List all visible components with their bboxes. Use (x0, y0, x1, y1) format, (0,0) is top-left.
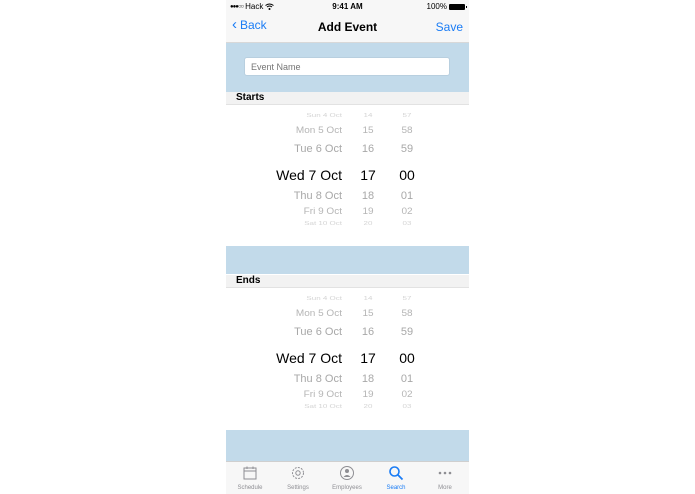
picker-date: Thu 8 Oct (293, 373, 342, 385)
battery-icon (449, 3, 467, 10)
picker-hour: 20 (363, 403, 373, 410)
picker-minute: 01 (400, 190, 414, 202)
picker-hour: 15 (362, 309, 374, 319)
calendar-icon (226, 465, 274, 485)
ends-section-header: Ends (226, 275, 469, 288)
picker-date: Mon 5 Oct (295, 309, 342, 319)
event-name-input[interactable] (244, 57, 450, 76)
picker-date: Fri 9 Oct (303, 390, 342, 400)
picker-date: Tue 6 Oct (294, 143, 342, 155)
end-date-picker[interactable]: Sun 4 Oct 14 57 Mon 5 Oct 15 58 Tue 6 Oct 16 59 W… (226, 295, 469, 421)
tab-search[interactable]: Search (372, 465, 420, 491)
picker-date: Sun 4 Oct (306, 295, 342, 302)
gear-icon (274, 465, 322, 485)
picker-date: Mon 5 Oct (295, 126, 342, 136)
navigation-bar: ‹ Back Add Event Save (226, 12, 469, 43)
picker-date: Wed 7 Oct (276, 350, 342, 366)
starts-section-header: Starts (226, 92, 469, 105)
picker-date: Sat 10 Oct (304, 403, 342, 410)
save-button[interactable]: Save (436, 20, 463, 34)
picker-minute: 59 (400, 143, 414, 155)
spacer-band (226, 246, 469, 274)
tab-label: Schedule (237, 485, 263, 491)
picker-hour: 16 (361, 326, 375, 338)
picker-hour: 17 (360, 167, 376, 183)
picker-hour: 18 (361, 190, 375, 202)
picker-hour: 19 (362, 207, 374, 217)
picker-minute: 00 (399, 350, 415, 366)
picker-date: Thu 8 Oct (293, 190, 342, 202)
more-icon (421, 465, 469, 485)
ends-label: Ends (236, 275, 261, 286)
picker-hour: 16 (361, 143, 375, 155)
picker-hour: 20 (363, 220, 373, 227)
picker-minute: 03 (402, 220, 412, 227)
picker-hour: 18 (361, 373, 375, 385)
picker-minute: 02 (401, 390, 413, 400)
picker-minute: 58 (401, 126, 413, 136)
picker-hour: 19 (362, 390, 374, 400)
picker-minute: 00 (399, 167, 415, 183)
picker-minute: 57 (402, 112, 412, 119)
phone-screen: ●●●○○ Hack 9:41 AM 100% ‹ Back Add Event… (226, 0, 469, 494)
page-title: Add Event (317, 20, 378, 34)
battery-percent: 100% (426, 2, 447, 11)
start-date-picker[interactable]: Sun 4 Oct 14 57 Mon 5 Oct 15 58 Tue 6 Oct 16 59 W… (226, 112, 469, 238)
picker-minute: 59 (400, 326, 414, 338)
picker-date: Sun 4 Oct (306, 112, 342, 119)
picker-minute: 02 (401, 207, 413, 217)
tab-label: Settings (287, 485, 309, 491)
person-icon (323, 465, 371, 485)
status-bar: ●●●○○ Hack 9:41 AM 100% (226, 0, 469, 12)
tab-label: More (438, 485, 452, 491)
starts-label: Starts (236, 92, 265, 103)
tab-settings[interactable]: Settings (274, 465, 322, 491)
picker-hour: 15 (362, 126, 374, 136)
picker-date: Wed 7 Oct (276, 167, 342, 183)
picker-hour: 17 (360, 350, 376, 366)
tab-label: Search (386, 485, 406, 491)
tab-label: Employees (332, 485, 362, 491)
tab-more[interactable]: More (421, 465, 469, 491)
picker-minute: 57 (402, 295, 412, 302)
picker-date: Fri 9 Oct (303, 207, 342, 217)
bottom-band (226, 430, 469, 461)
tab-schedule[interactable]: Schedule (226, 465, 274, 491)
tab-bar: Schedule Settings Employees Search More (226, 461, 469, 494)
picker-minute: 01 (400, 373, 414, 385)
search-icon (372, 465, 420, 485)
picker-minute: 58 (401, 309, 413, 319)
picker-minute: 03 (402, 403, 412, 410)
picker-date: Sat 10 Oct (304, 220, 342, 227)
picker-hour: 14 (363, 112, 373, 119)
picker-hour: 14 (363, 295, 373, 302)
picker-date: Tue 6 Oct (294, 326, 342, 338)
tab-employees[interactable]: Employees (323, 465, 371, 491)
